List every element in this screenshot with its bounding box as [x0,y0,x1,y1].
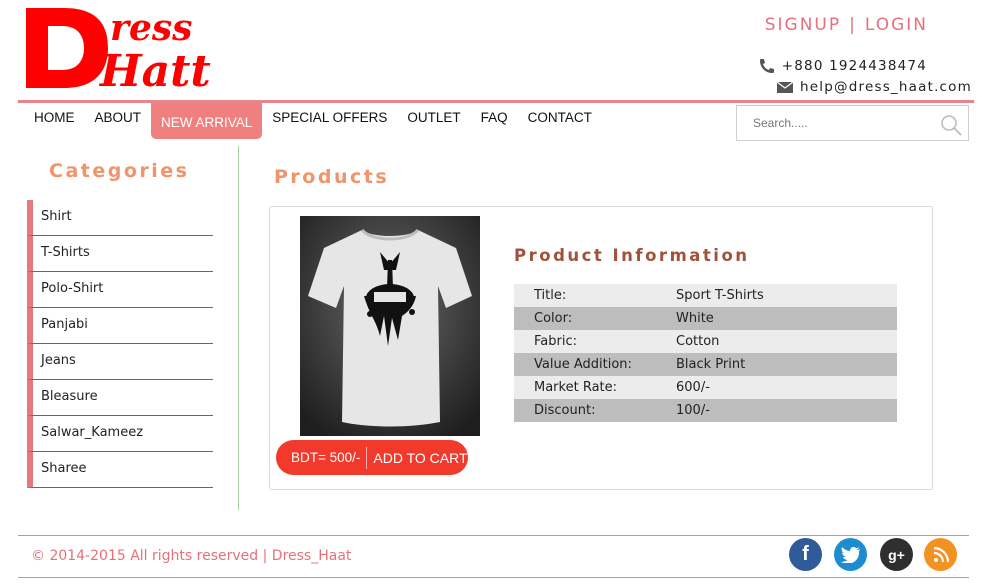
category-bleasure[interactable]: Bleasure [27,380,213,416]
email-address[interactable]: help@dress_haat.com [800,79,972,95]
add-to-cart-label: ADD TO CART [373,449,468,466]
product-info-heading: Product Information [514,246,750,265]
info-value: 600/- [676,376,897,399]
info-key: Fabric: [514,330,676,353]
table-row: Color: White [514,307,897,330]
info-value: Black Print [676,353,897,376]
nav-about[interactable]: ABOUT [85,103,152,139]
logo-word-bottom: Hatt [98,46,211,90]
auth-links: SIGNUP | LOGIN [765,15,928,35]
footer-divider-top [18,535,969,536]
table-row: Market Rate: 600/- [514,376,897,399]
signup-link[interactable]: SIGNUP [765,15,841,35]
auth-separator: | [849,15,857,35]
logo-word-top: ress [110,7,192,49]
info-value: Cotton [676,330,897,353]
category-t-shirts[interactable]: T-Shirts [27,236,213,272]
info-key: Market Rate: [514,376,676,399]
nav-new-arrival[interactable]: NEW ARRIVAL [151,103,263,139]
info-key: Value Addition: [514,353,676,376]
table-row: Fabric: Cotton [514,330,897,353]
category-polo-shirt[interactable]: Polo-Shirt [27,272,213,308]
category-jeans[interactable]: Jeans [27,344,213,380]
footer-divider-bottom [18,577,969,578]
phone-icon [759,59,774,73]
categories-heading: Categories [49,160,190,182]
category-salwar-kameez[interactable]: Salwar_Kameez [27,416,213,452]
login-link[interactable]: LOGIN [865,15,928,35]
nav-outlet[interactable]: OUTLET [397,103,470,139]
phone-number: +880 1924438474 [781,58,927,74]
nav-contact[interactable]: CONTACT [518,103,602,139]
main-nav: HOME ABOUT NEW ARRIVAL SPECIAL OFFERS OU… [24,103,602,139]
price-label: BDT= 500/- [276,446,368,469]
search-icon[interactable] [940,114,962,136]
products-heading: Products [274,166,390,188]
mail-icon [776,81,794,93]
category-list: Shirt T-Shirts Polo-Shirt Panjabi Jeans … [27,200,213,488]
search-box [736,105,969,141]
copyright-text: © 2014-2015 All rights reserved | Dress_… [31,548,352,564]
info-key: Title: [514,284,676,307]
category-shirt[interactable]: Shirt [27,200,213,236]
product-info-table: Title: Sport T-Shirts Color: White Fabri… [514,284,897,422]
tshirt-product-image[interactable] [300,216,480,436]
facebook-icon[interactable]: f [789,538,822,571]
table-row: Value Addition: Black Print [514,353,897,376]
dress-haat-logo[interactable]: ress Hatt [24,6,228,90]
table-row: Title: Sport T-Shirts [514,284,897,307]
category-panjabi[interactable]: Panjabi [27,308,213,344]
nav-faq[interactable]: FAQ [471,103,518,139]
info-value: White [676,307,897,330]
info-value: 100/- [676,399,897,422]
add-to-cart-button[interactable]: BDT= 500/- ADD TO CART [276,440,468,475]
info-key: Color: [514,307,676,330]
table-row: Discount: 100/- [514,399,897,422]
search-input[interactable] [737,106,927,140]
phone-line: +880 1924438474 [758,58,927,74]
google-plus-icon[interactable]: g+ [880,538,913,571]
nav-special-offers[interactable]: SPECIAL OFFERS [262,103,397,139]
nav-home[interactable]: HOME [24,103,85,139]
rss-icon[interactable] [924,538,957,571]
email-line: help@dress_haat.com [776,79,972,95]
twitter-icon[interactable] [834,538,867,571]
info-value: Sport T-Shirts [676,284,897,307]
sidebar-divider [238,146,239,510]
info-key: Discount: [514,399,676,422]
category-sharee[interactable]: Sharee [27,452,213,488]
